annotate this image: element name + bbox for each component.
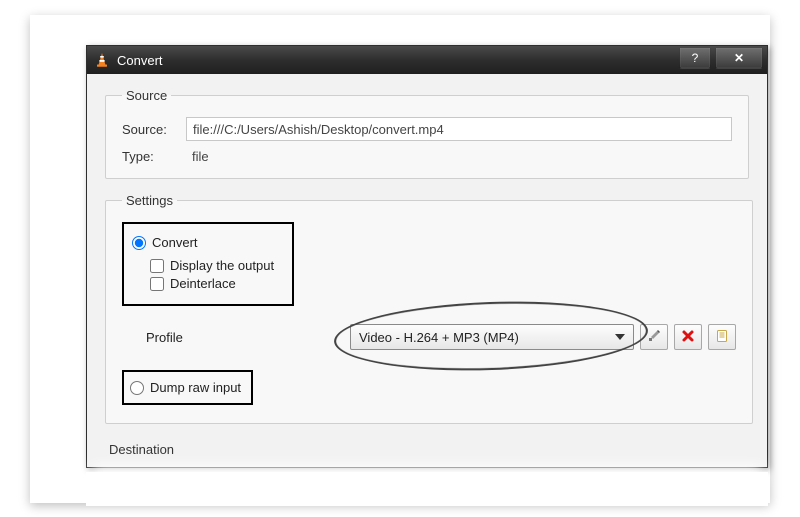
source-label: Source: bbox=[122, 122, 186, 137]
display-output-checkbox[interactable] bbox=[150, 259, 164, 273]
source-group: Source Source: Type: file bbox=[105, 88, 749, 179]
help-icon: ? bbox=[692, 51, 699, 65]
titlebar: Convert ? ✕ bbox=[87, 46, 767, 74]
deinterlace-row[interactable]: Deinterlace bbox=[150, 276, 274, 291]
source-row: Source: bbox=[122, 117, 732, 141]
profile-value: Video - H.264 + MP3 (MP4) bbox=[359, 330, 611, 345]
source-legend: Source bbox=[122, 88, 171, 103]
source-input[interactable] bbox=[186, 117, 732, 141]
close-icon: ✕ bbox=[734, 51, 744, 65]
dump-raw-row[interactable]: Dump raw input bbox=[130, 380, 241, 395]
deinterlace-checkbox[interactable] bbox=[150, 277, 164, 291]
window-title: Convert bbox=[117, 53, 163, 68]
display-output-row[interactable]: Display the output bbox=[150, 258, 274, 273]
dump-raw-label: Dump raw input bbox=[150, 380, 241, 395]
dialog-body: Source Source: Type: file Settings Conve… bbox=[87, 74, 767, 467]
chevron-down-icon bbox=[611, 334, 629, 340]
vlc-cone-icon bbox=[93, 51, 111, 69]
profile-row: Profile Video - H.264 + MP3 (MP4) bbox=[122, 324, 736, 350]
delete-profile-icon bbox=[681, 329, 695, 346]
edit-profile-button[interactable] bbox=[640, 324, 668, 350]
settings-group: Settings Convert Display the output Dein… bbox=[105, 193, 753, 424]
new-profile-button[interactable] bbox=[708, 324, 736, 350]
edit-profile-icon bbox=[647, 329, 661, 346]
convert-radio-label: Convert bbox=[152, 235, 198, 250]
display-output-label: Display the output bbox=[170, 258, 274, 273]
type-label: Type: bbox=[122, 149, 186, 164]
convert-dialog: Convert ? ✕ Source Source: Type: file Se… bbox=[86, 45, 768, 468]
settings-legend: Settings bbox=[122, 193, 177, 208]
new-profile-icon bbox=[715, 329, 729, 346]
convert-radio[interactable] bbox=[132, 236, 146, 250]
profile-label: Profile bbox=[146, 330, 210, 345]
convert-options: Display the output Deinterlace bbox=[150, 258, 274, 291]
bottom-fade bbox=[86, 472, 768, 506]
type-row: Type: file bbox=[122, 149, 732, 164]
dump-highlight-box: Dump raw input bbox=[122, 370, 253, 405]
deinterlace-label: Deinterlace bbox=[170, 276, 236, 291]
convert-highlight-box: Convert Display the output Deinterlace bbox=[122, 222, 294, 306]
type-value: file bbox=[186, 149, 209, 164]
destination-legend: Destination bbox=[105, 442, 178, 457]
convert-radio-row[interactable]: Convert bbox=[132, 235, 274, 250]
dump-raw-radio[interactable] bbox=[130, 381, 144, 395]
help-button[interactable]: ? bbox=[679, 48, 711, 69]
profile-dropdown[interactable]: Video - H.264 + MP3 (MP4) bbox=[350, 324, 634, 350]
delete-profile-button[interactable] bbox=[674, 324, 702, 350]
close-button[interactable]: ✕ bbox=[715, 48, 763, 69]
